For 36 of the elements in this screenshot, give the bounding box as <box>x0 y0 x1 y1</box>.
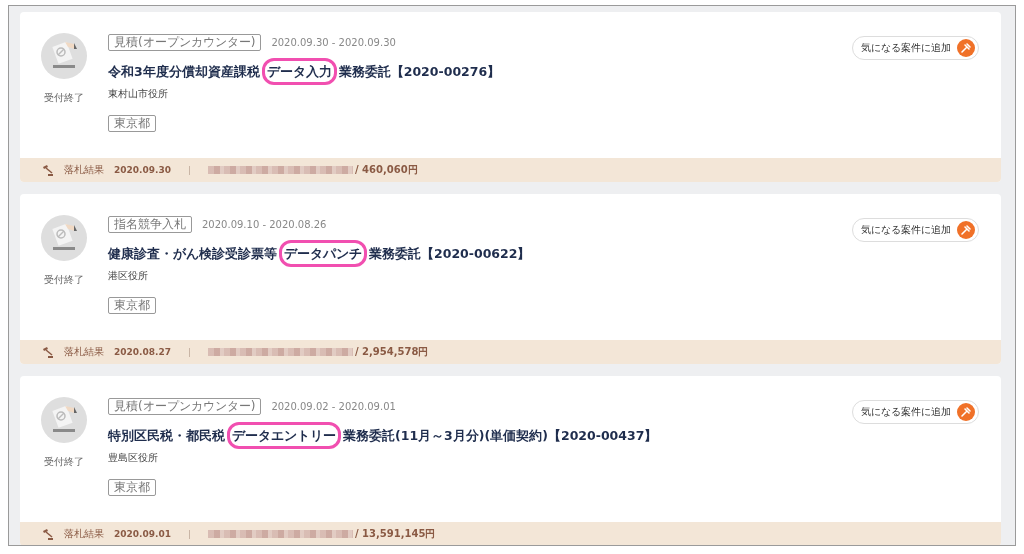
watch-button[interactable]: 気になる案件に追加 <box>852 218 979 242</box>
ballot-box-icon <box>41 215 87 261</box>
organization-name: 港区役所 <box>108 269 148 283</box>
type-tag: 見積(オープンカウンター) <box>108 34 262 51</box>
listing-title[interactable]: 令和3年度分償却資産課税 データ入力 業務委託【2020-00276】 <box>108 59 501 85</box>
status-label: 受付終了 <box>44 455 84 469</box>
ballot-box-icon <box>41 397 87 443</box>
result-label: 落札結果 <box>64 163 104 177</box>
prefecture-tag: 東京都 <box>108 115 156 132</box>
prefecture-tag: 東京都 <box>108 479 156 496</box>
result-amount: / 13,591,145円 <box>354 527 436 541</box>
period-text: 2020.09.10 - 2020.08.26 <box>202 219 327 230</box>
type-tag: 見積(オープンカウンター) <box>108 398 262 415</box>
gavel-icon <box>42 346 54 358</box>
result-label: 落札結果 <box>64 345 104 359</box>
result-amount: / 460,060円 <box>354 163 418 177</box>
listing-title[interactable]: 特別区民税・都民税 データエントリー 業務委託(11月～3月分)(単価契約)【2020-00437】 <box>108 423 658 449</box>
watch-button[interactable]: 気になる案件に追加 <box>852 400 979 424</box>
gavel-icon <box>42 528 54 540</box>
period-text: 2020.09.02 - 2020.09.01 <box>271 401 396 412</box>
gavel-icon <box>42 164 54 176</box>
listing-title[interactable]: 健康診査・がん検診受診票等 データパンチ 業務委託【2020-00622】 <box>108 241 531 267</box>
status-label: 受付終了 <box>44 91 84 105</box>
organization-name: 豊島区役所 <box>108 451 158 465</box>
result-label: 落札結果 <box>64 527 104 541</box>
organization-name: 東村山市役所 <box>108 87 168 101</box>
result-amount: / 2,954,578円 <box>354 345 429 359</box>
type-tag: 指名競争入札 <box>108 216 192 233</box>
ballot-box-icon <box>41 33 87 79</box>
result-date: 2020.09.01 <box>114 529 171 539</box>
result-date: 2020.09.30 <box>114 165 171 175</box>
status-label: 受付終了 <box>44 273 84 287</box>
prefecture-tag: 東京都 <box>108 297 156 314</box>
watch-button[interactable]: 気になる案件に追加 <box>852 36 979 60</box>
period-text: 2020.09.30 - 2020.09.30 <box>271 37 396 48</box>
result-date: 2020.08.27 <box>114 347 171 357</box>
